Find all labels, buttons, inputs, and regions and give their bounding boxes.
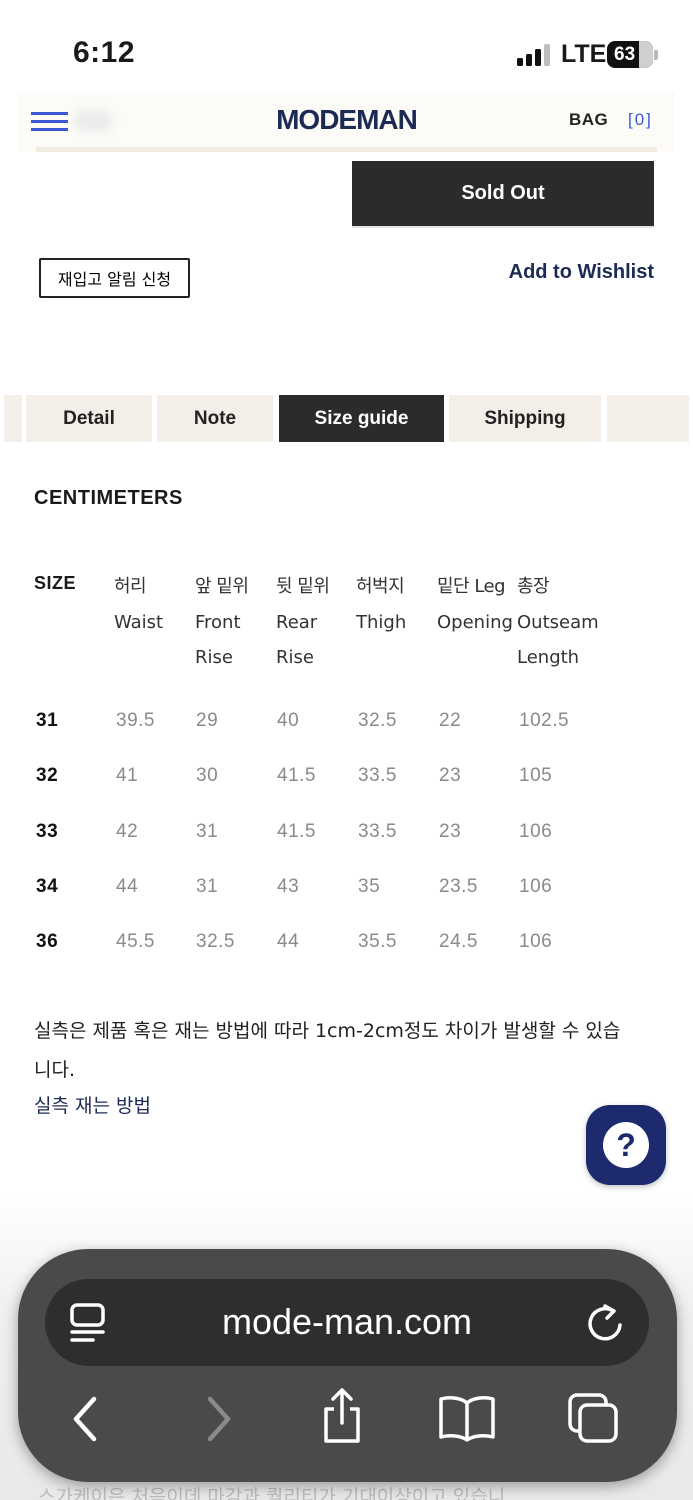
measurement-note: 실측은 제품 혹은 재는 방법에 따라 1cm-2cm정도 차이가 발생할 수 … [34,1020,621,1081]
column-header-outseam: 총장 Outseam Length [517,569,599,676]
size-cell: 31 [36,710,59,731]
table-cell: 41.5 [277,821,316,842]
table-row: 33 42 31 41.5 33.5 23 106 [0,821,693,851]
table-cell: 44 [116,876,139,897]
help-icon: ? [603,1122,649,1168]
forward-icon[interactable] [200,1395,236,1443]
table-cell: 41.5 [277,765,316,786]
column-header-size: SIZE [34,573,77,593]
column-header-leg-opening: 밑단 Leg Opening [437,569,513,640]
table-cell: 23 [439,821,462,842]
column-header-ko: 뒷 밑위 [276,576,330,597]
bag-count[interactable]: [0] [628,110,653,130]
table-cell: 23.5 [439,876,478,897]
help-button[interactable]: ? [586,1105,666,1185]
column-header-waist: 허리 Waist [114,569,163,640]
table-cell: 22 [439,710,462,731]
tab-edge-left [4,395,22,442]
column-header-ko: 허벅지 [356,576,405,597]
table-cell: 35.5 [358,931,397,952]
tab-detail[interactable]: Detail [26,395,152,442]
size-cell: 34 [36,876,59,897]
table-cell: 31 [196,876,219,897]
table-row: 31 39.5 29 40 32.5 22 102.5 [0,710,693,740]
status-time: 6:12 [73,36,136,69]
back-icon[interactable] [68,1395,104,1443]
tab-size-guide[interactable]: Size guide [279,395,444,442]
table-cell: 45.5 [116,931,155,952]
table-cell: 29 [196,710,219,731]
review-preview-text: 스가케이은 처음이데 마감과 퀄리티가 기대이상이고 있습니 [38,1486,506,1500]
address-bar[interactable]: mode-man.com [45,1279,649,1366]
table-cell: 106 [519,876,553,897]
measurement-howto-link[interactable]: 실측 재는 방법 [34,1091,151,1118]
battery-level: 63 [614,43,636,65]
table-cell: 32.5 [358,710,397,731]
table-cell: 106 [519,821,553,842]
table-cell: 23 [439,765,462,786]
table-cell: 43 [277,876,300,897]
column-header-en: Thigh [356,611,407,633]
column-header-en: Outseam Length [517,611,599,669]
battery-tip [654,50,658,60]
table-cell: 106 [519,931,553,952]
table-cell: 33.5 [358,765,397,786]
table-row: 34 44 31 43 35 23.5 106 [0,876,693,906]
tab-note[interactable]: Note [157,395,273,442]
add-to-wishlist-link[interactable]: Add to Wishlist [509,261,654,284]
bag-link[interactable]: BAG [569,110,608,130]
table-cell: 35 [358,876,381,897]
site-header: MODEMAN BAG [0] [18,92,675,152]
table-cell: 40 [277,710,300,731]
column-header-en: Front Rise [195,611,241,669]
column-header-en: Rear Rise [276,611,318,669]
network-label: LTE [561,40,607,68]
table-cell: 105 [519,765,553,786]
bookmarks-icon[interactable] [438,1393,496,1443]
table-cell: 31 [196,821,219,842]
column-header-ko: 앞 밑위 [195,576,249,597]
tab-edge-right [607,395,689,442]
restock-alert-button[interactable]: 재입고 알림 신청 [39,258,190,298]
table-cell: 30 [196,765,219,786]
size-cell: 33 [36,821,59,842]
column-header-front-rise: 앞 밑위 Front Rise [195,569,249,676]
column-header-en: Waist [114,611,164,633]
table-cell: 32.5 [196,931,235,952]
tab-shipping[interactable]: Shipping [449,395,601,442]
column-header-thigh: 허벅지 Thigh [356,569,406,640]
tabs-icon[interactable] [566,1391,622,1447]
table-cell: 33.5 [358,821,397,842]
column-header-rear-rise: 뒷 밑위 Rear Rise [276,569,330,676]
table-row: 32 41 30 41.5 33.5 23 105 [0,765,693,795]
table-row: 36 45.5 32.5 44 35.5 24.5 106 [0,931,693,961]
share-icon[interactable] [318,1387,366,1447]
url-text[interactable]: mode-man.com [45,1301,649,1343]
column-header-ko: 밑단 Leg [437,576,506,597]
table-cell: 39.5 [116,710,155,731]
sold-out-button[interactable]: Sold Out [352,161,654,226]
units-heading: CENTIMETERS [34,487,183,509]
size-cell: 32 [36,765,59,786]
size-cell: 36 [36,931,59,952]
table-cell: 41 [116,765,139,786]
column-header-ko: 총장 [517,576,550,597]
battery-icon: 63 [607,41,653,68]
signal-icon [517,44,551,66]
table-cell: 44 [277,931,300,952]
table-cell: 42 [116,821,139,842]
browser-toolbar: mode-man.com [18,1249,677,1482]
column-header-ko: 허리 [114,576,147,597]
column-header-en: Opening [437,611,513,633]
table-cell: 24.5 [439,931,478,952]
reload-icon[interactable] [585,1301,625,1345]
table-cell: 102.5 [519,710,570,731]
